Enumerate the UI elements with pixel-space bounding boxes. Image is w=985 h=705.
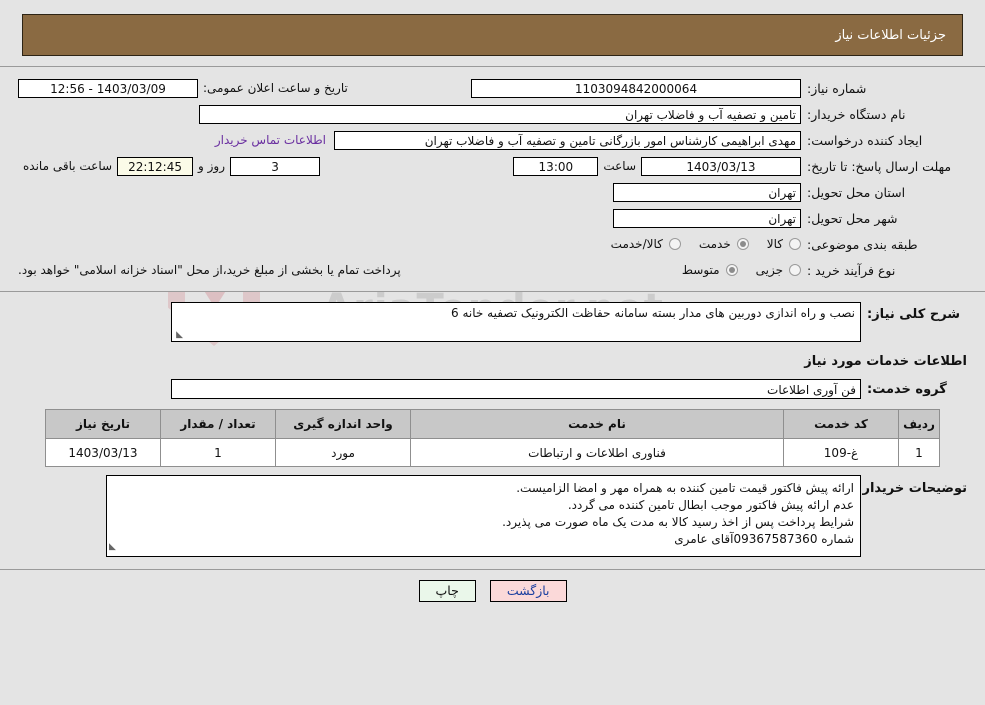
subject-category-label: طبقه بندی موضوعی: xyxy=(807,236,918,252)
notes-resize-grip-icon[interactable]: ◣ xyxy=(109,539,116,556)
remaining-days-field: 3 xyxy=(230,156,321,176)
delivery-province-label: استان محل تحویل: xyxy=(807,184,906,200)
cell-index: 1 xyxy=(898,438,940,467)
table-row: 1 غ-109 فناوری اطلاعات و ارتباطات مورد 1… xyxy=(45,438,940,467)
back-button[interactable]: بازگشت xyxy=(489,580,567,602)
deadline-hour-label: ساعت xyxy=(603,159,636,173)
row-purchase-process: نوع فرآیند خرید : جزیی متوسط پرداخت تمام… xyxy=(0,257,985,283)
service-group-field: فن آوری اطلاعات xyxy=(171,379,861,399)
cell-name: فناوری اطلاعات و ارتباطات xyxy=(410,438,784,467)
cell-unit: مورد xyxy=(275,438,411,467)
row-buyer-org: نام دستگاه خریدار: تامین و تصفیه آب و فا… xyxy=(0,101,985,127)
countdown-timer-field: 22:12:45 xyxy=(117,156,194,176)
need-description-label: شرح کلی نیاز: xyxy=(867,307,961,322)
resize-grip-icon[interactable]: ◣ xyxy=(174,331,183,340)
row-delivery-city: شهر محل تحویل: تهران xyxy=(0,205,985,231)
buyer-org-field: تامین و تصفیه آب و فاضلاب تهران xyxy=(199,104,801,124)
purchase-process-radio-group: جزیی متوسط xyxy=(664,263,801,277)
row-subject-category: طبقه بندی موضوعی: کالا خدمت کالا/خدمت xyxy=(0,231,985,257)
cell-quantity: 1 xyxy=(160,438,276,467)
delivery-province-field: تهران xyxy=(613,182,801,202)
need-description-value: نصب و راه اندازی دوربین های مدار بسته سا… xyxy=(451,306,855,320)
page-root: جزئیات اطلاعات نیاز شماره نیاز: 11030948… xyxy=(0,14,985,602)
cell-need-date: 1403/03/13 xyxy=(45,438,161,467)
page-title-bar: جزئیات اطلاعات نیاز xyxy=(22,14,963,56)
services-table-wrapper: ردیف کد خدمت نام خدمت واحد اندازه گیری ت… xyxy=(0,403,985,467)
buyer-contact-link[interactable]: اطلاعات تماس خریدار xyxy=(215,133,334,147)
th-name: نام خدمت xyxy=(410,409,784,439)
response-deadline-label: مهلت ارسال پاسخ: تا تاریخ: xyxy=(807,158,952,174)
announce-datetime-field: 1403/03/09 - 12:56 xyxy=(18,78,198,98)
buyer-note-line-1: ارائه پیش فاکتور قیمت تامین کننده به همر… xyxy=(516,481,854,495)
row-delivery-province: استان محل تحویل: تهران xyxy=(0,179,985,205)
buyer-note-line-2: عدم ارائه پیش فاکتور موجب ابطال تامین کن… xyxy=(567,498,854,512)
radio-category-kala[interactable]: کالا xyxy=(767,237,801,251)
radio-icon-category-khedmat[interactable] xyxy=(736,238,749,250)
th-quantity: تعداد / مقدار xyxy=(160,409,276,439)
th-date: تاریخ نیاز xyxy=(45,409,161,439)
radio-category-kala-khedmat[interactable]: کالا/خدمت xyxy=(611,237,681,251)
radio-label-process-motavaset: متوسط xyxy=(681,263,720,277)
radio-process-jozi[interactable]: جزیی xyxy=(756,263,801,277)
row-need-number: شماره نیاز: 1103094842000064 تاریخ و ساع… xyxy=(0,75,985,101)
services-table-head: ردیف کد خدمت نام خدمت واحد اندازه گیری ت… xyxy=(45,409,940,439)
services-section-heading: اطلاعات خدمات مورد نیاز xyxy=(804,354,967,369)
remaining-days-label: روز و xyxy=(198,159,226,173)
buyer-note-line-3: شرایط پرداخت پس از اخذ رسید کالا به مدت … xyxy=(502,515,854,529)
buyer-org-label: نام دستگاه خریدار: xyxy=(807,106,906,122)
radio-icon-category-kala[interactable] xyxy=(789,238,801,250)
radio-icon-process-motavaset[interactable] xyxy=(725,264,738,276)
footer-actions: بازگشت چاپ xyxy=(0,569,985,602)
buyer-notes-label: توضیحات خریدار: xyxy=(857,481,967,496)
radio-label-category-kala: کالا xyxy=(766,237,783,251)
request-creator-label: ایجاد کننده درخواست: xyxy=(807,132,923,148)
delivery-city-label: شهر محل تحویل: xyxy=(807,210,898,226)
row-need-description: شرح کلی نیاز: نصب و راه اندازی دوربین ها… xyxy=(0,292,985,346)
subject-category-radio-group: کالا خدمت کالا/خدمت xyxy=(593,237,801,251)
radio-label-category-kala-khedmat: کالا/خدمت xyxy=(610,237,663,251)
row-buyer-notes: توضیحات خریدار: ارائه پیش فاکتور قیمت تا… xyxy=(0,467,985,563)
radio-process-motavaset[interactable]: متوسط xyxy=(682,263,738,277)
need-number-label: شماره نیاز: xyxy=(807,80,867,96)
row-service-group: گروه خدمت: فن آوری اطلاعات xyxy=(0,373,985,403)
radio-label-category-khedmat: خدمت xyxy=(698,237,731,251)
service-group-label: گروه خدمت: xyxy=(867,381,947,397)
buyer-notes-textarea[interactable]: ارائه پیش فاکتور قیمت تامین کننده به همر… xyxy=(106,475,861,557)
services-table: ردیف کد خدمت نام خدمت واحد اندازه گیری ت… xyxy=(45,409,940,467)
services-table-body: 1 غ-109 فناوری اطلاعات و ارتباطات مورد 1… xyxy=(45,438,940,467)
buyer-note-line-4: شماره 09367587360آقای عامری xyxy=(674,532,854,546)
need-description-textarea[interactable]: نصب و راه اندازی دوربین های مدار بسته سا… xyxy=(171,302,861,342)
th-code: کد خدمت xyxy=(783,409,899,439)
th-unit: واحد اندازه گیری xyxy=(275,409,411,439)
purchase-process-label: نوع فرآیند خرید : xyxy=(807,262,896,278)
th-index: ردیف xyxy=(898,409,940,439)
treasury-bond-note: پرداخت تمام یا بخشی از مبلغ خرید،از محل … xyxy=(18,263,401,277)
print-button[interactable]: چاپ xyxy=(418,580,476,602)
radio-label-process-jozi: جزیی xyxy=(755,263,783,277)
radio-category-khedmat[interactable]: خدمت xyxy=(699,237,749,251)
radio-icon-category-kala-khedmat[interactable] xyxy=(668,238,681,250)
delivery-city-field: تهران xyxy=(613,208,801,228)
need-info-panel: شماره نیاز: 1103094842000064 تاریخ و ساع… xyxy=(0,66,985,292)
countdown-label: ساعت باقی مانده xyxy=(23,159,113,173)
request-creator-field: مهدی ابراهیمی کارشناس امور بازرگانی تامی… xyxy=(334,130,801,150)
deadline-date-field: 1403/03/13 xyxy=(641,156,801,176)
deadline-time-field: 13:00 xyxy=(513,156,599,176)
row-response-deadline: مهلت ارسال پاسخ: تا تاریخ: 1403/03/13 سا… xyxy=(0,153,985,179)
row-request-creator: ایجاد کننده درخواست: مهدی ابراهیمی کارشن… xyxy=(0,127,985,153)
services-table-header-row: ردیف کد خدمت نام خدمت واحد اندازه گیری ت… xyxy=(45,409,940,439)
page-title: جزئیات اطلاعات نیاز xyxy=(835,27,946,43)
need-number-field: 1103094842000064 xyxy=(471,78,801,98)
radio-icon-process-jozi[interactable] xyxy=(789,264,801,276)
announce-datetime-label: تاریخ و ساعت اعلان عمومی: xyxy=(203,81,348,95)
cell-code: غ-109 xyxy=(783,438,899,467)
